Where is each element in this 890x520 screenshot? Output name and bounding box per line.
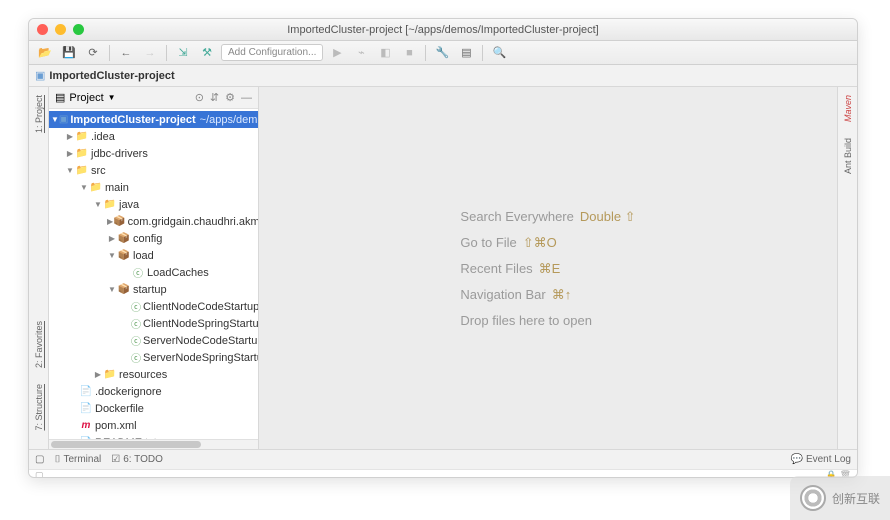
separator: [425, 45, 426, 61]
hint-go-to-file: Go to File: [460, 235, 516, 251]
back-icon[interactable]: ←: [116, 44, 136, 62]
tree-folder-idea[interactable]: ▶📁.idea: [49, 128, 258, 145]
tree-label: ImportedCluster-project: [70, 114, 195, 126]
bottom-strip: ▢ 🔒 🗑: [29, 469, 857, 477]
horizontal-scrollbar[interactable]: [49, 439, 258, 449]
separator: [482, 45, 483, 61]
tree-package-load[interactable]: ▼📦load: [49, 247, 258, 264]
tree-class-s1[interactable]: ⓒClientNodeCodeStartup: [49, 298, 258, 315]
hammer-icon[interactable]: ⚒: [197, 44, 217, 62]
tree-package-startup[interactable]: ▼📦startup: [49, 281, 258, 298]
event-log-tab[interactable]: 💬Event Log: [791, 454, 852, 465]
separator: [109, 45, 110, 61]
hint-key: ⌘↑: [552, 287, 572, 303]
navigation-bar[interactable]: ▣ ImportedCluster-project: [29, 65, 857, 87]
chevron-down-icon[interactable]: ▼: [108, 93, 116, 102]
speech-icon: 💬: [791, 454, 803, 465]
project-tool-header: ▤ Project ▼ ⊙ ⇵ ⚙ —: [49, 87, 258, 109]
tool-structure-tab[interactable]: 7: Structure: [34, 380, 44, 435]
hint-nav-bar: Navigation Bar: [460, 287, 545, 303]
watermark: 创新互联: [790, 476, 890, 520]
coverage-icon[interactable]: ◧: [375, 44, 395, 62]
hint-key: ⌘E: [539, 261, 561, 277]
tree-class-loadcaches[interactable]: ⓒLoadCaches: [49, 264, 258, 281]
hint-recent-files: Recent Files: [460, 261, 532, 277]
tool-favorites-tab[interactable]: 2: Favorites: [34, 317, 44, 372]
tool-ant-tab[interactable]: Ant Build: [843, 134, 853, 178]
tree-root[interactable]: ▼▣ ImportedCluster-project ~/apps/demos/…: [49, 111, 258, 128]
terminal-tab[interactable]: ⌷Terminal: [54, 454, 101, 465]
breadcrumb-root[interactable]: ImportedCluster-project: [49, 70, 174, 82]
project-icon: ▣: [35, 69, 45, 82]
titlebar: ImportedCluster-project [~/apps/demos/Im…: [29, 19, 857, 41]
tree-folder-java[interactable]: ▼📁java: [49, 196, 258, 213]
debug-icon[interactable]: ⌁: [351, 44, 371, 62]
welcome-hints: Search EverywhereDouble ⇧ Go to File⇧⌘O …: [460, 209, 635, 328]
status-bar: ▢ ⌷Terminal ☑6: TODO 💬Event Log: [29, 449, 857, 469]
tree-folder-main[interactable]: ▼📁main: [49, 179, 258, 196]
window-title: ImportedCluster-project [~/apps/demos/Im…: [29, 24, 857, 36]
todo-icon: ☑: [111, 454, 120, 465]
todo-tab[interactable]: ☑6: TODO: [111, 454, 163, 465]
stop-icon[interactable]: ■: [399, 44, 419, 62]
main-toolbar: 📂 💾 ⟳ ← → ⇲ ⚒ Add Configuration... ▶ ⌁ ◧…: [29, 41, 857, 65]
tree-class-s2[interactable]: ⓒClientNodeSpringStartup: [49, 315, 258, 332]
tree-file-pom[interactable]: mpom.xml: [49, 417, 258, 434]
project-tree[interactable]: ▼▣ ImportedCluster-project ~/apps/demos/…: [49, 109, 258, 439]
hint-key: Double ⇧: [580, 209, 636, 225]
hint-drop-files: Drop files here to open: [460, 313, 592, 328]
tree-package[interactable]: ▶📦com.gridgain.chaudhri.akmal.model: [49, 213, 258, 230]
tree-folder-resources[interactable]: ▶📁resources: [49, 366, 258, 383]
tree-folder-jdbc[interactable]: ▶📁jdbc-drivers: [49, 145, 258, 162]
ide-body: 1: Project 2: Favorites 7: Structure ▤ P…: [29, 87, 857, 449]
structure-icon[interactable]: ▤: [456, 44, 476, 62]
refresh-icon[interactable]: ⟳: [83, 44, 103, 62]
hide-icon[interactable]: —: [241, 92, 252, 104]
corner-icon-left[interactable]: ▢: [35, 470, 44, 478]
ide-window: ImportedCluster-project [~/apps/demos/Im…: [28, 18, 858, 478]
right-gutter: Maven Ant Build: [837, 87, 857, 449]
terminal-icon: ⌷: [54, 454, 60, 465]
hint-key: ⇧⌘O: [523, 235, 557, 251]
editor-empty-state[interactable]: Search EverywhereDouble ⇧ Go to File⇧⌘O …: [259, 87, 837, 449]
collapse-icon[interactable]: ⇵: [210, 91, 219, 104]
separator: [166, 45, 167, 61]
build-icon[interactable]: ⇲: [173, 44, 193, 62]
scrollbar-thumb[interactable]: [51, 441, 201, 448]
tree-class-s3[interactable]: ⓒServerNodeCodeStartup: [49, 332, 258, 349]
tree-file-dockerignore[interactable]: 📄.dockerignore: [49, 383, 258, 400]
tree-hint: ~/apps/demos/Import: [200, 114, 258, 126]
watermark-text: 创新互联: [832, 490, 880, 507]
tool-maven-tab[interactable]: Maven: [843, 91, 853, 126]
gear-icon[interactable]: ⚙: [225, 91, 235, 104]
search-icon[interactable]: 🔍: [489, 44, 509, 62]
run-icon[interactable]: ▶: [327, 44, 347, 62]
tree-package-config[interactable]: ▶📦config: [49, 230, 258, 247]
run-config-dropdown[interactable]: Add Configuration...: [221, 44, 323, 61]
wrench-icon[interactable]: 🔧: [432, 44, 452, 62]
tool-project-tab[interactable]: 1: Project: [34, 91, 44, 137]
project-view-dropdown[interactable]: Project: [69, 92, 103, 104]
tree-class-s4[interactable]: ⓒServerNodeSpringStartup: [49, 349, 258, 366]
project-view-icon: ▤: [55, 91, 65, 104]
save-icon[interactable]: 💾: [59, 44, 79, 62]
project-tool-window: ▤ Project ▼ ⊙ ⇵ ⚙ — ▼▣ ImportedCluster-p…: [49, 87, 259, 449]
hint-search-everywhere: Search Everywhere: [460, 209, 573, 225]
tree-folder-src[interactable]: ▼📁src: [49, 162, 258, 179]
forward-icon[interactable]: →: [140, 44, 160, 62]
watermark-logo-icon: [800, 485, 826, 511]
locate-icon[interactable]: ⊙: [195, 91, 204, 104]
status-show-icon[interactable]: ▢: [35, 454, 44, 465]
tree-file-dockerfile[interactable]: 📄Dockerfile: [49, 400, 258, 417]
left-gutter: 1: Project 2: Favorites 7: Structure: [29, 87, 49, 449]
open-icon[interactable]: 📂: [35, 44, 55, 62]
